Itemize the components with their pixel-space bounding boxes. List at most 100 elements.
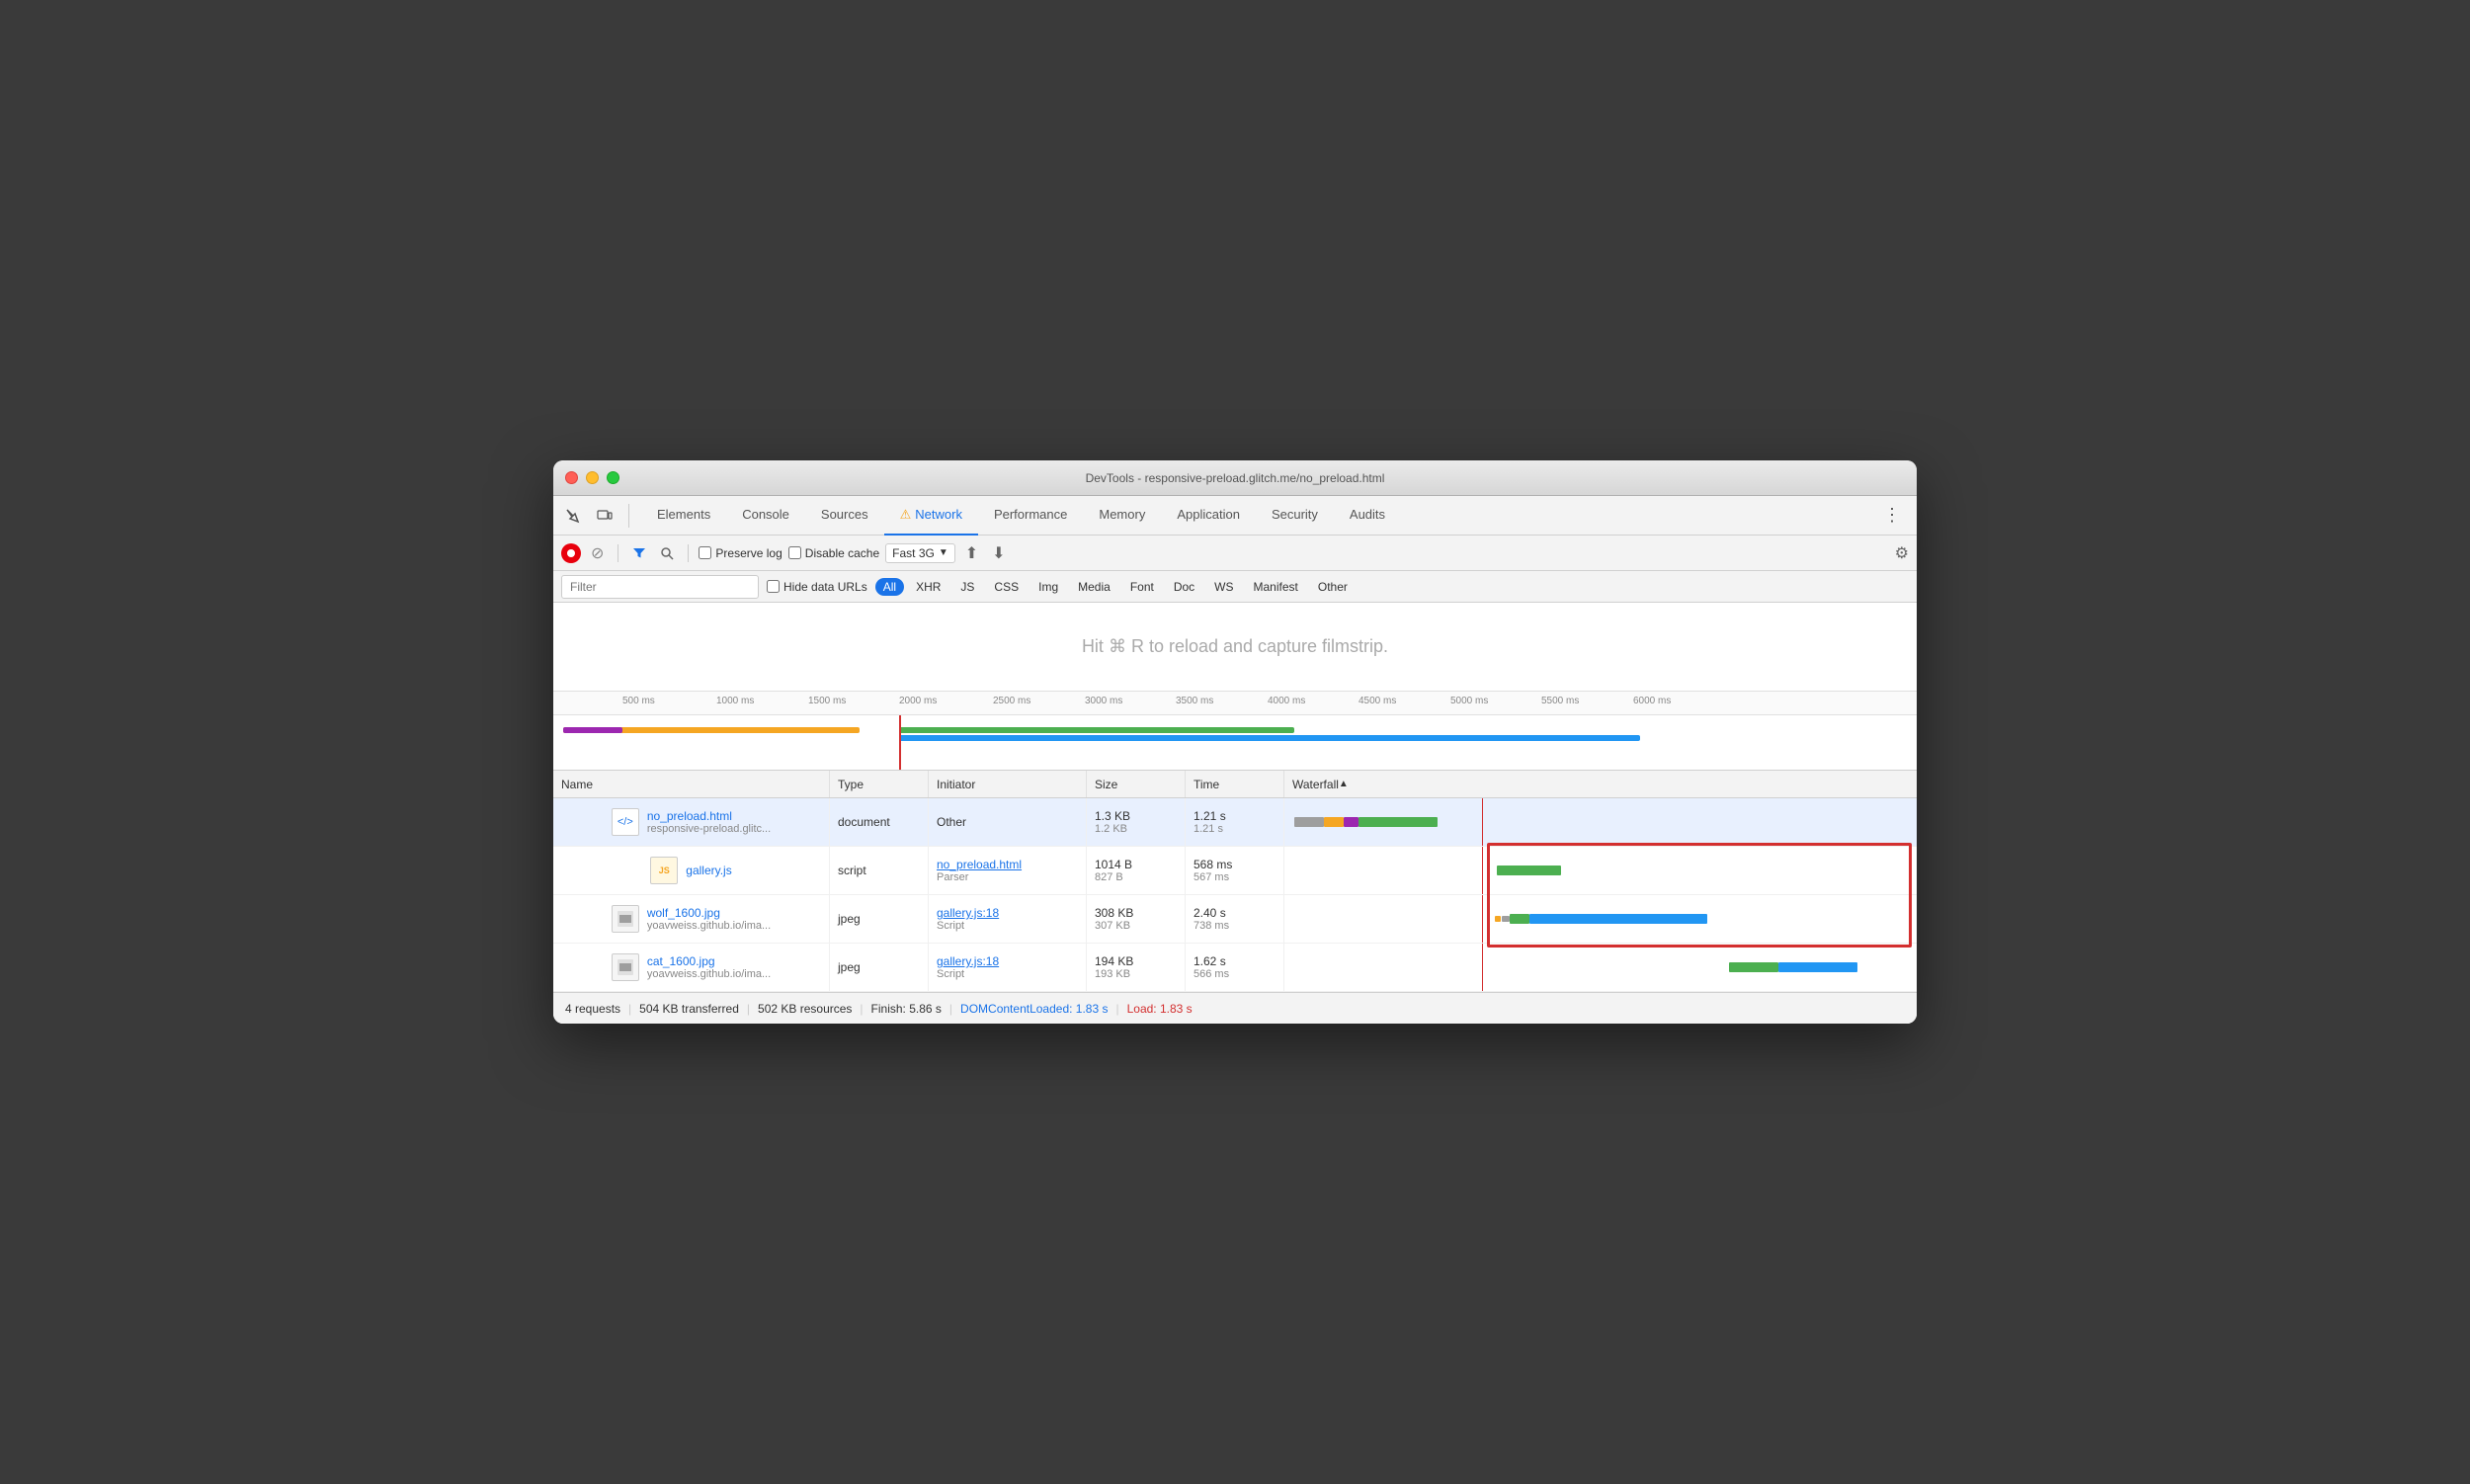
tab-audits[interactable]: Audits [1334,496,1401,536]
td-initiator-2: no_preload.html Parser [929,847,1087,894]
table-row[interactable]: wolf_1600.jpg yoavweiss.github.io/ima...… [553,895,1917,944]
disable-cache-checkbox[interactable] [788,546,801,559]
filter-doc[interactable]: Doc [1166,578,1202,596]
traffic-lights [565,471,619,484]
tab-memory[interactable]: Memory [1083,496,1161,536]
tab-elements[interactable]: Elements [641,496,726,536]
status-resources: 502 KB resources [758,1002,852,1016]
close-button[interactable] [565,471,578,484]
filter-font[interactable]: Font [1122,578,1162,596]
filter-other[interactable]: Other [1310,578,1356,596]
td-name-1: </> no_preload.html responsive-preload.g… [553,798,830,846]
td-type-3: jpeg [830,895,929,943]
filter-icon[interactable] [628,544,650,562]
filter-xhr[interactable]: XHR [908,578,948,596]
tab-console[interactable]: Console [726,496,805,536]
timeline-vertical-line [899,715,901,771]
throttle-select[interactable]: Fast 3G ▼ [885,543,955,563]
more-tabs-icon[interactable]: ⋮ [1875,505,1909,526]
tick-1000: 1000 ms [716,696,754,706]
record-button[interactable] [561,543,581,563]
td-time-3: 2.40 s 738 ms [1186,895,1284,943]
status-requests: 4 requests [565,1002,620,1016]
file-icon-1: </> [612,808,639,836]
window-title: DevTools - responsive-preload.glitch.me/… [1086,471,1385,485]
file-icon-3 [612,905,639,933]
tab-performance[interactable]: Performance [978,496,1083,536]
settings-icon[interactable]: ⚙ [1895,543,1909,563]
td-size-3: 308 KB 307 KB [1087,895,1186,943]
tick-3000: 3000 ms [1085,696,1122,706]
td-name-4: cat_1600.jpg yoavweiss.github.io/ima... [553,944,830,991]
status-finish: Finish: 5.86 s [871,1002,942,1016]
waterfall-stall-1 [1294,817,1324,827]
preserve-log-label[interactable]: Preserve log [699,546,782,560]
toolbar-divider-2 [688,544,689,562]
td-time-1: 1.21 s 1.21 s [1186,798,1284,846]
status-transferred: 504 KB transferred [639,1002,739,1016]
th-initiator[interactable]: Initiator [929,771,1087,797]
th-waterfall[interactable]: Waterfall [1284,771,1917,797]
status-bar: 4 requests | 504 KB transferred | 502 KB… [553,992,1917,1024]
hide-data-urls-checkbox[interactable] [767,580,780,593]
table-header: Name Type Initiator Size Time Waterfall [553,771,1917,798]
export-button[interactable]: ⬇ [988,541,1009,565]
th-time[interactable]: Time [1186,771,1284,797]
device-toggle-icon[interactable] [593,504,617,528]
warning-icon: ⚠ [900,507,912,523]
tick-2000: 2000 ms [899,696,937,706]
filter-js[interactable]: JS [952,578,982,596]
status-dom-loaded: DOMContentLoaded: 1.83 s [960,1002,1108,1016]
nav-icons [561,504,629,528]
td-time-2: 568 ms 567 ms [1186,847,1284,894]
filter-input[interactable] [561,575,759,599]
filmstrip-message: Hit ⌘ R to reload and capture filmstrip. [1082,636,1388,657]
table-row[interactable]: </> no_preload.html responsive-preload.g… [553,798,1917,847]
td-type-2: script [830,847,929,894]
minimize-button[interactable] [586,471,599,484]
timeline-bar-blue [899,735,1640,741]
tab-sources[interactable]: Sources [805,496,884,536]
filter-all[interactable]: All [875,578,904,596]
title-bar: DevTools - responsive-preload.glitch.me/… [553,460,1917,496]
th-name[interactable]: Name [553,771,830,797]
nav-tabs: Elements Console Sources ⚠ Network Perfo… [641,496,1871,536]
hide-data-urls-label[interactable]: Hide data URLs [767,580,867,594]
search-icon[interactable] [656,544,678,562]
filter-img[interactable]: Img [1030,578,1066,596]
waterfall-vline-2 [1482,847,1483,894]
filter-ws[interactable]: WS [1206,578,1241,596]
maximize-button[interactable] [607,471,619,484]
filter-media[interactable]: Media [1070,578,1118,596]
waterfall-stall-3 [1502,916,1510,922]
waterfall-blue-4 [1778,962,1857,972]
td-waterfall-4 [1284,944,1917,991]
tick-5500: 5500 ms [1541,696,1579,706]
td-type-4: jpeg [830,944,929,991]
tab-security[interactable]: Security [1256,496,1334,536]
preserve-log-checkbox[interactable] [699,546,711,559]
filter-bar: Hide data URLs All XHR JS CSS Img Media … [553,571,1917,603]
clear-button[interactable]: ⊘ [587,541,608,565]
nav-bar: Elements Console Sources ⚠ Network Perfo… [553,496,1917,536]
devtools-window: DevTools - responsive-preload.glitch.me/… [553,460,1917,1024]
file-icon-2: JS [650,857,678,884]
timeline-bar-purple [563,727,622,733]
td-size-1: 1.3 KB 1.2 KB [1087,798,1186,846]
th-size[interactable]: Size [1087,771,1186,797]
disable-cache-label[interactable]: Disable cache [788,546,879,560]
inspect-icon[interactable] [561,504,585,528]
table-row[interactable]: cat_1600.jpg yoavweiss.github.io/ima... … [553,944,1917,992]
tab-network[interactable]: ⚠ Network [884,496,978,536]
table-row[interactable]: JS gallery.js script no_preload.html Par… [553,847,1917,895]
filter-css[interactable]: CSS [986,578,1027,596]
tab-application[interactable]: Application [1161,496,1256,536]
waterfall-download-3 [1529,914,1707,924]
tick-1500: 1500 ms [808,696,846,706]
import-button[interactable]: ⬆ [961,541,982,565]
th-type[interactable]: Type [830,771,929,797]
file-icon-4 [612,953,639,981]
td-initiator-4: gallery.js:18 Script [929,944,1087,991]
waterfall-download-1 [1358,817,1438,827]
filter-manifest[interactable]: Manifest [1246,578,1306,596]
